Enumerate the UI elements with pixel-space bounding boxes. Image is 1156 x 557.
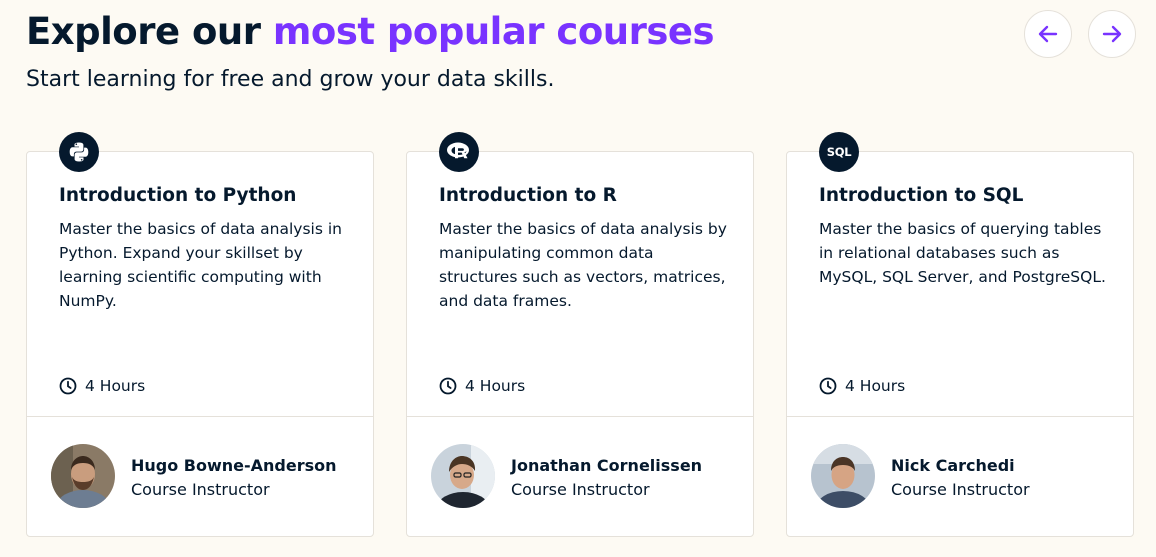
course-duration: 4 Hours <box>439 377 525 395</box>
instructor-avatar <box>51 444 115 508</box>
course-description: Master the basics of data analysis in Py… <box>59 220 342 310</box>
course-title: Introduction to Python <box>59 185 297 206</box>
instructor-avatar <box>811 444 875 508</box>
instructor-role: Course Instructor <box>891 480 1030 499</box>
course-duration-label: 4 Hours <box>845 377 906 395</box>
course-description: Master the basics of querying tables in … <box>819 220 1106 286</box>
section-title: Explore our most popular courses <box>26 10 715 53</box>
course-duration-label: 4 Hours <box>465 377 526 395</box>
sql-icon: SQL <box>819 132 859 172</box>
course-duration-label: 4 Hours <box>85 377 146 395</box>
clock-icon <box>439 377 457 395</box>
course-description: Master the basics of data analysis by ma… <box>439 220 727 310</box>
course-duration: 4 Hours <box>59 377 145 395</box>
clock-icon <box>819 377 837 395</box>
carousel-prev-button[interactable] <box>1024 10 1072 58</box>
arrow-right-icon <box>1102 25 1122 43</box>
instructor-role: Course Instructor <box>131 480 270 499</box>
course-card-r[interactable]: Introduction to R Master the basics of d… <box>406 132 754 537</box>
course-card-sql[interactable]: SQL Introduction to SQL Master the basic… <box>786 132 1134 537</box>
section-subtitle: Start learning for free and grow your da… <box>26 67 555 92</box>
card-divider <box>407 416 753 417</box>
instructor-avatar <box>431 444 495 508</box>
arrow-left-icon <box>1038 25 1058 43</box>
instructor-name: Nick Carchedi <box>891 456 1015 475</box>
section-title-accent: most popular courses <box>272 10 715 53</box>
instructor-name: Jonathan Cornelissen <box>511 456 703 475</box>
card-divider <box>27 416 373 417</box>
course-card-python[interactable]: Introduction to Python Master the basics… <box>26 132 374 537</box>
python-icon <box>59 132 99 172</box>
card-divider <box>787 416 1133 417</box>
r-language-icon <box>439 132 479 172</box>
carousel-next-button[interactable] <box>1088 10 1136 58</box>
course-title: Introduction to SQL <box>819 185 1024 206</box>
instructor-role: Course Instructor <box>511 480 650 499</box>
instructor-name: Hugo Bowne-Anderson <box>131 456 337 475</box>
sql-icon-label: SQL <box>826 145 852 159</box>
course-title: Introduction to R <box>439 185 617 206</box>
course-duration: 4 Hours <box>819 377 905 395</box>
section-title-plain: Explore our <box>26 10 261 53</box>
clock-icon <box>59 377 77 395</box>
